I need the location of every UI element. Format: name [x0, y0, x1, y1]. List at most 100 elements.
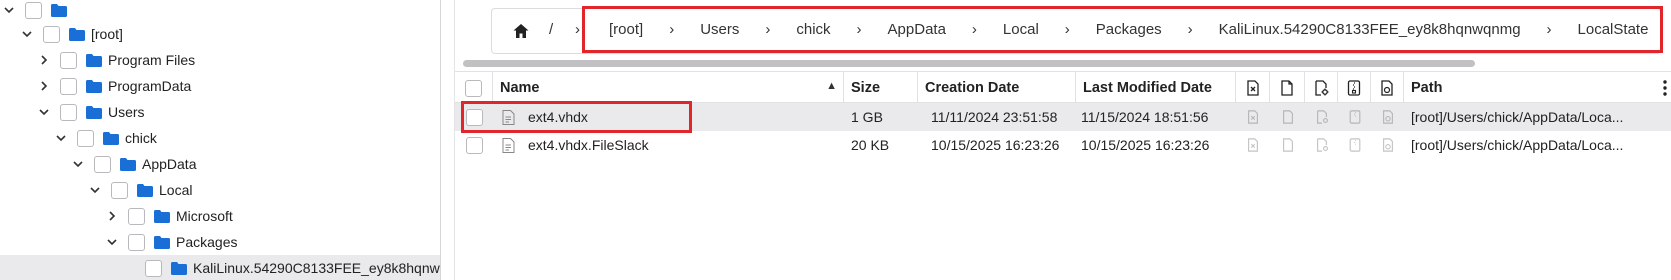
breadcrumb-item-kalilinux[interactable]: KaliLinux.54290C8133FEE_ey8k8hqnwqnmg	[1219, 21, 1521, 38]
chevron-down-icon[interactable]	[105, 235, 119, 249]
column-header-deleted[interactable]	[1236, 72, 1270, 104]
created-cell: 10/15/2025 16:23:26	[931, 137, 1060, 153]
row-highlight-box	[461, 101, 692, 133]
chevron-right-icon: ›	[1064, 21, 1070, 38]
media-flag-cell	[1371, 131, 1404, 159]
file-icon	[1281, 80, 1293, 96]
tree-item-programdata[interactable]: ProgramData	[0, 73, 440, 99]
row-select-cell	[455, 131, 493, 159]
breadcrumb-overflow-arrow: ›	[575, 21, 580, 38]
tree-item-chick[interactable]: chick	[0, 125, 440, 151]
select-all-checkbox[interactable]	[465, 79, 482, 97]
path-cell: [root]/Users/chick/AppData/Loca...	[1411, 109, 1624, 125]
chevron-down-icon[interactable]	[88, 183, 102, 197]
column-menu-icon[interactable]	[1663, 79, 1667, 97]
file-media-icon	[1382, 110, 1393, 124]
chevron-down-icon[interactable]	[2, 3, 16, 17]
tree-checkbox[interactable]	[77, 129, 94, 147]
tree-checkbox[interactable]	[128, 207, 145, 225]
folder-icon	[120, 157, 136, 171]
breadcrumb-item-localstate[interactable]: LocalState	[1578, 21, 1649, 38]
breadcrumb-item-chick[interactable]: chick	[796, 21, 830, 38]
column-header-archive[interactable]	[1338, 72, 1371, 104]
tree-checkbox[interactable]	[25, 1, 42, 19]
chevron-down-icon[interactable]	[54, 131, 68, 145]
column-header-path[interactable]: Path	[1404, 72, 1671, 104]
tree-item-appdata[interactable]: AppData	[0, 151, 440, 177]
chevron-right-icon[interactable]	[37, 53, 51, 67]
row-checkbox[interactable]	[465, 136, 483, 154]
tree-checkbox[interactable]	[43, 25, 60, 43]
file-flag-cell	[1270, 103, 1305, 131]
tree-checkbox[interactable]	[60, 77, 77, 95]
tree-item-top[interactable]	[0, 0, 440, 23]
chevron-down-icon[interactable]	[71, 157, 85, 171]
breadcrumb-item-packages[interactable]: Packages	[1096, 21, 1162, 38]
file-x-icon	[1248, 138, 1258, 152]
folder-icon	[86, 79, 102, 93]
size-cell: 20 KB	[851, 137, 890, 153]
chevron-right-icon: ›	[765, 21, 771, 38]
chevron-right-icon: ›	[971, 21, 977, 38]
sort-ascending-icon[interactable]: ▲	[826, 80, 837, 92]
breadcrumb-path: [root] › Users › chick › AppData › Local…	[609, 21, 1648, 38]
tree-checkbox[interactable]	[128, 233, 145, 251]
tree-item-root[interactable]: [root]	[0, 21, 440, 47]
panel-divider[interactable]	[440, 0, 441, 280]
breadcrumb-item-users[interactable]: Users	[700, 21, 739, 38]
column-header-size-label: Size	[851, 80, 881, 96]
file-name: ext4.vhdx.FileSlack	[528, 137, 649, 153]
folder-icon	[154, 209, 170, 223]
tree-checkbox[interactable]	[60, 51, 77, 69]
folder-icon	[154, 235, 170, 249]
tree-checkbox[interactable]	[94, 155, 111, 173]
column-header-file[interactable]	[1270, 72, 1305, 104]
folder-tree: [root] Program Files ProgramData Users c…	[0, 0, 440, 280]
table-row[interactable]: ext4.vhdx.FileSlack 20 KB 10/15/2025 16:…	[455, 131, 1671, 159]
breadcrumb-root-separator: /	[549, 21, 554, 38]
tree-item-label: Packages	[176, 234, 238, 250]
chevron-right-icon: ›	[1546, 21, 1552, 38]
tree-item-label: Users	[108, 104, 145, 120]
tree-item-label: Local	[159, 182, 193, 198]
file-x-icon	[1248, 110, 1258, 124]
chevron-down-icon[interactable]	[37, 105, 51, 119]
file-media-icon	[1381, 80, 1393, 96]
file-icon	[1282, 138, 1293, 152]
tree-item-microsoft[interactable]: Microsoft	[0, 203, 440, 229]
chevron-right-icon[interactable]	[105, 209, 119, 223]
chevron-right-icon[interactable]	[37, 79, 51, 93]
tree-item-kalilinux[interactable]: KaliLinux.54290C8133FEE_ey8k8hqnw	[0, 255, 440, 280]
column-header-size[interactable]: Size	[844, 72, 918, 104]
breadcrumb-item-appdata[interactable]: AppData	[888, 21, 946, 38]
tree-checkbox[interactable]	[60, 103, 77, 121]
folder-icon	[103, 131, 119, 145]
tree-item-local[interactable]: Local	[0, 177, 440, 203]
chevron-down-icon[interactable]	[20, 27, 34, 41]
horizontal-scrollbar[interactable]	[463, 60, 1475, 67]
breadcrumb-item-local[interactable]: Local	[1003, 21, 1039, 38]
column-header-last-modified[interactable]: Last Modified Date	[1076, 72, 1236, 104]
created-cell: 11/11/2024 23:51:58	[931, 109, 1058, 125]
column-header-media[interactable]	[1371, 72, 1404, 104]
tree-checkbox[interactable]	[145, 259, 162, 277]
chevron-right-icon: ›	[856, 21, 862, 38]
home-icon[interactable]	[512, 22, 530, 40]
breadcrumb-item-root[interactable]: [root]	[609, 21, 643, 38]
file-zip-icon	[1349, 110, 1360, 124]
tree-item-packages[interactable]: Packages	[0, 229, 440, 255]
tree-item-program-files[interactable]: Program Files	[0, 47, 440, 73]
folder-icon	[86, 53, 102, 67]
archive-flag-cell	[1338, 103, 1371, 131]
tree-checkbox[interactable]	[111, 181, 128, 199]
folder-icon	[137, 183, 153, 197]
tree-item-users[interactable]: Users	[0, 99, 440, 125]
column-header-creation-date[interactable]: Creation Date	[918, 72, 1076, 104]
column-header-system[interactable]	[1305, 72, 1338, 104]
modified-cell: 11/15/2024 18:51:56	[1081, 109, 1209, 125]
chevron-right-icon: ›	[1187, 21, 1193, 38]
folder-icon	[171, 261, 187, 275]
column-header-name[interactable]: Name ▲	[493, 72, 844, 104]
archive-flag-cell	[1338, 131, 1371, 159]
file-gear-icon	[1315, 80, 1329, 96]
